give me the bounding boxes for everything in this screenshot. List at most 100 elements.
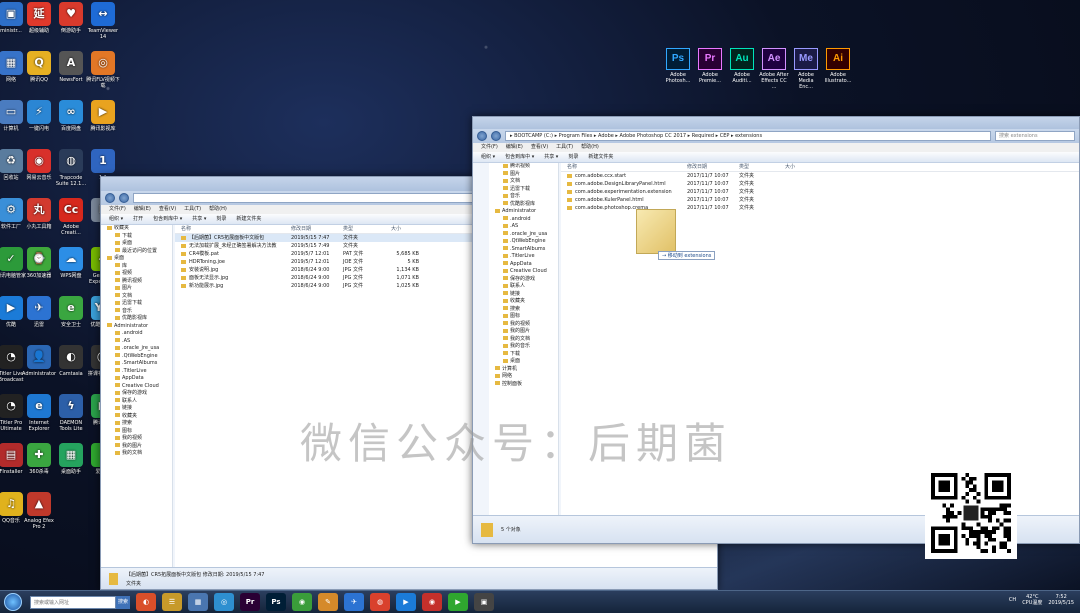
adobe-pr-shortcut[interactable]: Pr Adobe Premie... — [695, 48, 725, 84]
nav-item[interactable]: 视频 — [101, 270, 172, 278]
ime-indicator[interactable]: CH — [1009, 597, 1016, 603]
menu-item[interactable]: 文件(F) — [109, 205, 126, 214]
taskbar-app-icon[interactable]: ◉ — [292, 593, 312, 611]
nav-item[interactable]: .SmartAlbums — [489, 246, 558, 254]
menu-item[interactable]: 文件(F) — [481, 143, 498, 152]
desktop-icon[interactable]: ϟ DAEMON Tools Lite — [54, 394, 88, 432]
nav-item[interactable]: .QtWebEngine — [489, 238, 558, 246]
toolbar-button[interactable]: 组织 ▾ — [109, 214, 123, 224]
clock[interactable]: 7:52 2019/5/15 — [1048, 594, 1074, 606]
nav-item[interactable]: 收藏夹 — [489, 298, 558, 306]
nav-item[interactable]: 优酷影视库 — [101, 315, 172, 323]
toolbar-button[interactable]: 刻录 — [216, 214, 226, 224]
column-header-0[interactable]: 名称 — [561, 163, 681, 171]
adobe-au-shortcut[interactable]: Au Adobe Auditi... — [727, 48, 757, 84]
nav-item[interactable]: .TitlerLive — [101, 368, 172, 376]
nav-item[interactable]: 联系人 — [489, 283, 558, 291]
menu-item[interactable]: 查看(V) — [159, 205, 176, 214]
menu-item[interactable]: 查看(V) — [531, 143, 548, 152]
nav-item[interactable]: 音乐 — [489, 193, 558, 201]
nav-item[interactable]: Creative Cloud — [101, 383, 172, 391]
nav-item[interactable]: 链接 — [489, 291, 558, 299]
nav-item[interactable]: 库 — [101, 263, 172, 271]
table-row[interactable]: com.adobe.DesignLibraryPanel.html 2017/11… — [561, 180, 1079, 188]
desktop-icon[interactable]: ◐ Camtasia — [54, 345, 88, 377]
column-header-3[interactable]: 大小 — [385, 225, 425, 233]
nav-item[interactable]: 音乐 — [101, 308, 172, 316]
adobe-me-shortcut[interactable]: Me Adobe Media Enc... — [791, 48, 821, 90]
nav-item[interactable]: 图标 — [101, 428, 172, 436]
menu-item[interactable]: 编辑(E) — [134, 205, 151, 214]
desktop-icon[interactable]: ⚡ 一键闪电 — [22, 100, 56, 132]
desktop-icon[interactable]: Cc Adobe Creati... — [54, 198, 88, 236]
desktop-icon[interactable]: ◎ 腾讯FLV视频下载 — [86, 51, 120, 89]
toolbar-button[interactable]: 共享 ▾ — [544, 152, 558, 162]
nav-item[interactable]: 我的音乐 — [489, 343, 558, 351]
nav-item[interactable]: .android — [101, 330, 172, 338]
nav-item[interactable]: .QtWebEngine — [101, 353, 172, 361]
desktop-icon[interactable]: e 安全卫士 — [54, 296, 88, 328]
menu-item[interactable]: 帮助(H) — [209, 205, 227, 214]
nav-item[interactable]: 桌面 — [101, 240, 172, 248]
desktop-icon[interactable]: A NewsFort — [54, 51, 88, 83]
nav-item[interactable]: 我的视频 — [489, 321, 558, 329]
nav-item[interactable]: 我的视频 — [101, 435, 172, 443]
nav-item[interactable]: 控制面板 — [489, 381, 558, 389]
back-button[interactable] — [477, 131, 487, 141]
taskbar-app-icon[interactable]: ▶ — [396, 593, 416, 611]
taskbar-app-icon[interactable]: ▣ — [474, 593, 494, 611]
nav-item[interactable]: 链接 — [101, 405, 172, 413]
nav-item[interactable]: 我的图片 — [489, 328, 558, 336]
taskbar-app-icon[interactable]: ◎ — [214, 593, 234, 611]
desktop-icon[interactable]: 👤 Administrator — [22, 345, 56, 377]
nav-item[interactable]: 保存的游戏 — [489, 276, 558, 284]
nav-item[interactable]: .oracle_jre_usa — [489, 231, 558, 239]
nav-item[interactable]: 计算机 — [489, 366, 558, 374]
taskbar-app-icon[interactable]: ▦ — [188, 593, 208, 611]
nav-item[interactable]: AppData — [489, 261, 558, 269]
nav-item[interactable]: .AS — [101, 338, 172, 346]
desktop-icon[interactable]: ✈ 迅雷 — [22, 296, 56, 328]
taskbar-app-icon[interactable]: Pr — [240, 593, 260, 611]
adobe-ai-shortcut[interactable]: Ai Adobe Illustrato... — [823, 48, 853, 84]
taskbar-app-icon[interactable]: ✈ — [344, 593, 364, 611]
menu-item[interactable]: 帮助(H) — [581, 143, 599, 152]
taskbar-app-icon[interactable]: ◍ — [370, 593, 390, 611]
column-header-2[interactable]: 类型 — [733, 163, 779, 171]
desktop-icon[interactable]: ♥ 倒游助手 — [54, 2, 88, 34]
desktop-icon[interactable]: ▶ 腾讯影视库 — [86, 100, 120, 132]
nav-item[interactable]: 保存的游戏 — [101, 390, 172, 398]
nav-item[interactable]: .SmartAlbums — [101, 360, 172, 368]
nav-item[interactable]: 迅雷下载 — [101, 300, 172, 308]
toolbar-button[interactable]: 新建文件夹 — [588, 152, 613, 162]
nav-item[interactable]: 我的文档 — [101, 450, 172, 458]
nav-item[interactable]: Administrator — [489, 208, 558, 216]
adobe-ps-shortcut[interactable]: Ps Adobe Photosh... — [663, 48, 693, 84]
toolbar-button[interactable]: 刻录 — [568, 152, 578, 162]
nav-item[interactable]: 腾讯视频 — [489, 163, 558, 171]
column-header-1[interactable]: 修改日期 — [681, 163, 733, 171]
taskbar-app-icon[interactable]: ▶ — [448, 593, 468, 611]
column-header-1[interactable]: 修改日期 — [285, 225, 337, 233]
nav-item[interactable]: AppData — [101, 375, 172, 383]
menu-item[interactable]: 编辑(E) — [506, 143, 523, 152]
toolbar-button[interactable]: 共享 ▾ — [192, 214, 206, 224]
address-field[interactable]: ▸ BOOTCAMP (C:) ▸ Program Files ▸ Adobe … — [505, 131, 991, 141]
toolbar-button[interactable]: 组织 ▾ — [481, 152, 495, 162]
desktop-icon[interactable]: ✚ 360杀毒 — [22, 443, 56, 475]
nav-item[interactable]: 桌面 — [489, 358, 558, 366]
desktop-icon[interactable]: 延超级辅助 — [22, 2, 56, 34]
toolbar-button[interactable]: 包含到库中 ▾ — [153, 214, 182, 224]
forward-button[interactable] — [491, 131, 501, 141]
nav-item[interactable]: .oracle_jre_usa — [101, 345, 172, 353]
taskbar-search-input[interactable]: 搜索或输入网址 — [30, 595, 116, 609]
nav-item[interactable]: 图片 — [101, 285, 172, 293]
desktop-icon[interactable]: ↔ TeamViewer 14 — [86, 2, 120, 40]
nav-item[interactable]: 我的文档 — [489, 336, 558, 344]
nav-item[interactable]: 迅雷下载 — [489, 186, 558, 194]
nav-item[interactable]: 我的图片 — [101, 443, 172, 451]
nav-item[interactable]: 联系人 — [101, 398, 172, 406]
back-button[interactable] — [105, 193, 115, 203]
desktop-icon[interactable]: Q 腾讯QQ — [22, 51, 56, 83]
desktop-icon[interactable]: e Internet Explorer — [22, 394, 56, 432]
